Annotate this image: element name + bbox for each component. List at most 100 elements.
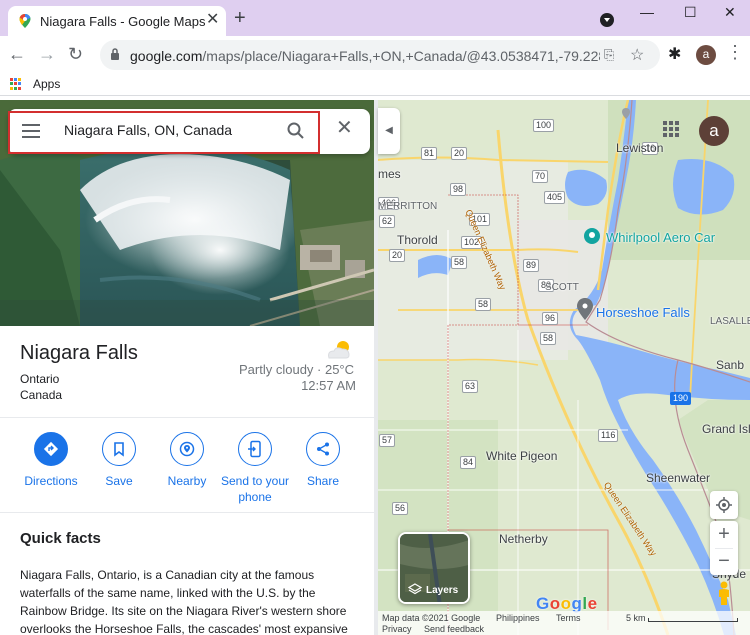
place-panel: Niagara Falls, ON, Canada ✕ Niagara Fall… (0, 100, 374, 635)
country-link[interactable]: Philippines (496, 613, 540, 623)
search-highlight-box (8, 111, 320, 154)
layers-label: Layers (426, 585, 459, 596)
tab-search-icon[interactable] (600, 13, 614, 27)
save-button[interactable]: Save (84, 432, 154, 489)
reload-button[interactable]: ↻ (68, 44, 83, 64)
route-shield: 63 (462, 380, 479, 393)
quick-facts-heading: Quick facts (20, 530, 101, 547)
my-location-icon (716, 497, 732, 513)
directions-icon (43, 441, 59, 457)
maximize-button[interactable]: ☐ (684, 4, 697, 21)
my-location-button[interactable] (710, 491, 738, 519)
map-label-thorold[interactable]: Thorold (397, 233, 438, 247)
map-label-merritton[interactable]: MERRITTON (378, 201, 437, 212)
back-button[interactable]: ← (8, 44, 26, 64)
account-avatar[interactable]: a (699, 116, 729, 146)
share-button[interactable]: Share (288, 432, 358, 489)
minimize-button[interactable]: — (640, 4, 654, 20)
route-shield: 84 (460, 456, 477, 469)
partly-cloudy-icon (328, 341, 350, 359)
divider (0, 417, 374, 418)
zoom-out-button[interactable]: − (710, 549, 738, 575)
layers-button[interactable]: Layers (398, 532, 470, 604)
nearby-button[interactable]: Nearby (152, 432, 222, 489)
send-to-phone-button[interactable]: Send to your phone (220, 432, 290, 505)
map-label-grand-island[interactable]: Grand Isla (702, 422, 750, 436)
route-shield: 89 (523, 259, 540, 272)
map-data-credit: Map data ©2021 Google (382, 613, 481, 623)
route-shield: 405 (544, 191, 566, 204)
place-title: Niagara Falls (20, 342, 138, 364)
divider (0, 512, 374, 513)
map-label-horseshoe-falls[interactable]: Horseshoe Falls (596, 305, 690, 320)
weather-text: Partly cloudy · 25°C (239, 362, 355, 377)
route-shield: 58 (540, 332, 557, 345)
route-shield: 190 (670, 392, 692, 405)
map-label-lasalle[interactable]: LASALLE (710, 316, 750, 327)
tab-close-icon[interactable]: ✕ (206, 12, 219, 28)
profile-avatar[interactable]: a (696, 45, 716, 65)
terms-link[interactable]: Terms (556, 613, 581, 623)
forward-button[interactable]: → (38, 44, 56, 64)
phone-icon (248, 440, 261, 458)
map-attribution-bar: Map data ©2021 Google Philippines Terms … (378, 611, 750, 635)
route-shield: 96 (542, 312, 559, 325)
place-country: Canada (20, 388, 63, 402)
map-label-scott[interactable]: SCOTT (545, 282, 579, 293)
layers-icon (408, 583, 422, 595)
privacy-link[interactable]: Privacy (382, 624, 412, 634)
tab-strip: Niagara Falls - Google Maps ✕ + — ☐ ✕ (0, 0, 750, 36)
map-label-white-pigeon[interactable]: White Pigeon (486, 449, 557, 463)
address-bar[interactable]: google.com/maps/place/Niagara+Falls,+ON,… (100, 40, 660, 70)
zoom-in-button[interactable]: + (710, 521, 738, 548)
nearby-icon (179, 441, 195, 457)
route-shield: 56 (392, 502, 409, 515)
share-icon (317, 442, 329, 456)
quick-facts-text: Niagara Falls, Ontario, is a Canadian ci… (20, 568, 348, 635)
place-region: Ontario (20, 372, 60, 386)
route-shield: 58 (475, 298, 492, 311)
google-maps-favicon-icon (19, 14, 31, 28)
map-label-sanborn[interactable]: Sanb (716, 358, 744, 372)
route-shield: 116 (598, 429, 619, 442)
browser-toolbar: ← → ↻ google.com/maps/place/Niagara+Fall… (0, 36, 750, 74)
clear-search-icon[interactable]: ✕ (336, 118, 353, 138)
route-shield: 100 (533, 119, 555, 132)
install-app-icon[interactable]: ⎘ (604, 47, 614, 63)
send-feedback-link[interactable]: Send feedback (424, 624, 484, 634)
lock-icon (111, 48, 119, 60)
zoom-controls: + − (710, 521, 738, 575)
local-time: 12:57 AM (301, 378, 356, 393)
tab-title: Niagara Falls - Google Maps (40, 14, 206, 29)
route-shield: 70 (532, 170, 549, 183)
route-shield: 57 (379, 434, 396, 447)
map-label-mes[interactable]: mes (378, 167, 401, 181)
directions-button[interactable]: Directions (16, 432, 86, 489)
close-window-button[interactable]: ✕ (724, 4, 736, 21)
apps-bookmark[interactable]: Apps (33, 77, 60, 91)
apps-grid-icon[interactable] (10, 78, 22, 90)
extensions-puzzle-icon[interactable]: ✱ (668, 44, 681, 64)
bookmark-icon (114, 442, 124, 457)
scale-label[interactable]: 5 km (626, 613, 646, 623)
route-shield: 98 (450, 183, 467, 196)
route-shield: 58 (451, 256, 468, 269)
map-label-lewiston[interactable]: Lewiston (616, 141, 663, 155)
route-shield: 20 (389, 249, 406, 262)
bookmark-star-icon[interactable]: ☆ (630, 45, 644, 65)
pegman-street-view-icon[interactable] (713, 580, 735, 606)
route-shield: 81 (421, 147, 438, 160)
collapse-panel-button[interactable]: ◀ (378, 108, 400, 154)
new-tab-button[interactable]: + (234, 8, 246, 28)
scale-bar (648, 618, 738, 622)
chrome-menu-icon[interactable]: ⋮ (726, 42, 744, 63)
route-shield: 62 (379, 215, 396, 228)
bookmarks-bar: Apps (0, 74, 750, 96)
tab-google-maps[interactable]: Niagara Falls - Google Maps ✕ (8, 6, 226, 36)
map-label-sheenwater[interactable]: Sheenwater (646, 471, 710, 485)
route-shield: 20 (451, 147, 468, 160)
map-label-whirlpool-aero-car[interactable]: Whirlpool Aero Car (606, 230, 715, 245)
google-apps-icon[interactable] (663, 121, 679, 137)
url-text: google.com/maps/place/Niagara+Falls,+ON,… (130, 48, 600, 64)
map-label-netherby[interactable]: Netherby (499, 532, 548, 546)
